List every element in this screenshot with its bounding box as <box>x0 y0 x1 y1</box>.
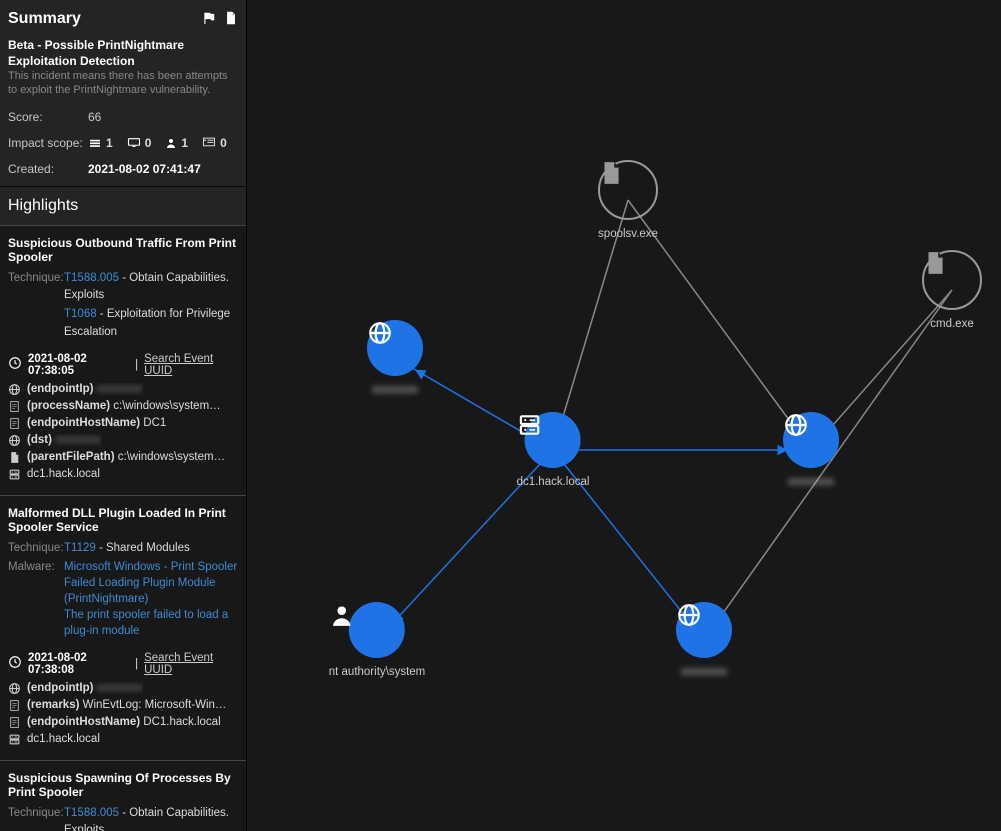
globe-icon <box>8 682 21 695</box>
highlight-item[interactable]: Suspicious Outbound Traffic From Print S… <box>0 225 246 495</box>
server-icon <box>525 412 581 468</box>
event-time: 2021-08-02 07:38:08 | Search Event UUID <box>8 652 238 676</box>
event-time: 2021-08-02 07:38:05 | Search Event UUID <box>8 353 238 377</box>
search-uuid-link[interactable]: Search Event UUID <box>144 652 238 676</box>
incident-desc: This incident means there has been attem… <box>8 69 238 98</box>
created-label: Created: <box>8 162 88 176</box>
email-icon <box>202 137 216 148</box>
graph-canvas[interactable]: spoolsv.exe cmd.exe xxxxxxxx dc1.hack.lo… <box>247 0 1001 831</box>
score-value: 66 <box>88 110 101 124</box>
detail-row: (parentFilePath) c:\windows\system32\spo… <box>8 451 238 464</box>
detail-row: dc1.hack.local <box>8 733 238 746</box>
impact-scope: 1 0 1 0 <box>88 136 227 150</box>
detail-row: (endpointHostName) DC1.hack.local <box>8 716 238 729</box>
detail-row: (processName) c:\windows\system32\rundll… <box>8 400 238 413</box>
globe-icon <box>783 412 839 468</box>
node-label: xxxxxxxx <box>788 476 834 488</box>
detail-row: (endpointIp) xxxxxxxx <box>8 383 238 396</box>
server-icon <box>8 733 21 746</box>
graph-node-cmd[interactable]: cmd.exe <box>922 250 982 330</box>
clock-icon <box>8 655 22 672</box>
node-label: xxxxxxxx <box>681 666 727 678</box>
file-icon <box>922 250 982 310</box>
desktop-icon <box>127 137 141 148</box>
detail-row: (endpointIp) xxxxxxxx <box>8 682 238 695</box>
file-icon <box>8 451 21 464</box>
user-icon <box>349 602 405 658</box>
graph-node-user[interactable]: nt authority\system <box>329 602 426 678</box>
highlight-name: Malformed DLL Plugin Loaded In Print Spo… <box>8 506 238 534</box>
server-icon <box>8 468 21 481</box>
user-icon <box>165 137 177 149</box>
highlight-name: Suspicious Outbound Traffic From Print S… <box>8 236 238 264</box>
highlight-item[interactable]: Suspicious Spawning Of Processes By Prin… <box>0 760 246 831</box>
globe-icon <box>676 602 732 658</box>
summary-title: Summary <box>8 10 81 28</box>
graph-node-dc1[interactable]: dc1.hack.local <box>517 412 590 488</box>
highlight-name: Suspicious Spawning Of Processes By Prin… <box>8 771 238 799</box>
incident-title: Beta - Possible PrintNightmare Exploitat… <box>8 38 238 69</box>
graph-node-globe1[interactable]: xxxxxxxx <box>367 320 423 396</box>
node-label: cmd.exe <box>930 318 973 330</box>
doc-icon <box>8 716 21 729</box>
summary-panel[interactable]: Summary Beta - Possible PrintNightmare E… <box>0 0 247 831</box>
doc-icon <box>8 400 21 413</box>
highlights-header: Highlights <box>0 186 246 225</box>
highlight-item[interactable]: Malformed DLL Plugin Loaded In Print Spo… <box>0 495 246 760</box>
flag-icon[interactable] <box>202 11 216 28</box>
score-label: Score: <box>8 110 88 124</box>
globe-icon <box>8 383 21 396</box>
detail-row: (dst) xxxxxxxx <box>8 434 238 447</box>
graph-node-globe3[interactable]: xxxxxxxx <box>676 602 732 678</box>
detail-row: (endpointHostName) DC1 <box>8 417 238 430</box>
node-label: nt authority\system <box>329 666 426 678</box>
graph-node-spoolsv[interactable]: spoolsv.exe <box>598 160 658 240</box>
file-icon <box>598 160 658 220</box>
graph-node-globe2[interactable]: xxxxxxxx <box>783 412 839 488</box>
globe-icon <box>367 320 423 376</box>
node-label: xxxxxxxx <box>372 384 418 396</box>
node-label: dc1.hack.local <box>517 476 590 488</box>
node-label: spoolsv.exe <box>598 228 658 240</box>
summary-header: Summary Beta - Possible PrintNightmare E… <box>0 0 246 186</box>
detail-row: dc1.hack.local <box>8 468 238 481</box>
doc-icon <box>8 699 21 712</box>
impact-label: Impact scope: <box>8 136 88 150</box>
globe-icon <box>8 434 21 447</box>
new-doc-icon[interactable] <box>224 11 238 28</box>
created-value: 2021-08-02 07:41:47 <box>88 162 201 176</box>
search-uuid-link[interactable]: Search Event UUID <box>144 353 238 377</box>
endpoint-icon <box>88 137 102 148</box>
doc-icon <box>8 417 21 430</box>
detail-row: (remarks) WinEvtLog: Microsoft-Windows-P… <box>8 699 238 712</box>
clock-icon <box>8 356 22 373</box>
